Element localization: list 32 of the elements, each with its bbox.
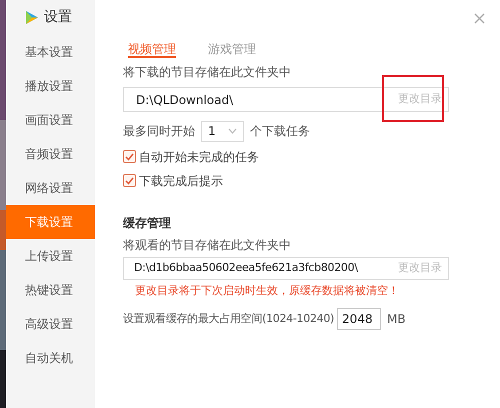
sidebar-item[interactable]: 播放设置 [6,69,95,103]
cache-path-field[interactable]: D:\d1b6bbaa50602eea5fe621a3fcb80200\ 更改目录 [123,257,449,280]
checkbox[interactable] [123,174,136,187]
folder-path: D:\QLDownload\ [136,92,234,108]
sidebar-item[interactable]: 热键设置 [6,273,95,307]
close-icon[interactable] [474,13,485,24]
sidebar-item[interactable]: 音频设置 [6,137,95,171]
window-title: 设置 [44,8,72,26]
sidebar-item[interactable]: 画面设置 [6,103,95,137]
sidebar-item[interactable]: 上传设置 [6,239,95,273]
checkbox-label[interactable]: 自动开始未完成的任务 [139,148,259,166]
warning-text: 更改目录将于下次启动时生效，原缓存数据将被清空！ [134,283,400,299]
sidebar-item[interactable]: 自动关机 [6,341,95,375]
folder-path-field[interactable]: D:\QLDownload\ 更改目录 [123,87,449,112]
sidebar-item[interactable]: 网络设置 [6,171,95,205]
tab[interactable]: 视频管理 [128,40,176,58]
task-count-dropdown[interactable]: 1 [201,120,244,142]
sidebar-item[interactable]: 高级设置 [6,307,95,341]
folder-label: 将下载的节目存储在此文件夹中 [123,64,292,80]
folder-label: 将观看的节目存储在此文件夹中 [123,237,292,252]
max-tasks-label: 最多同时开始 [123,123,195,140]
cache-size-field[interactable]: 2048 [337,308,382,330]
max-tasks-suffix: 个下载任务 [250,123,310,140]
section-title: 缓存管理 [123,215,172,232]
checkbox[interactable] [123,150,136,163]
sidebar-item[interactable]: 基本设置 [6,35,95,69]
play-logo-icon [23,8,40,26]
checkbox-label[interactable]: 下载完成后提示 [139,172,223,190]
folder-path: D:\d1b6bbaa50602eea5fe621a3fcb80200\ [134,260,358,276]
chevron-down-icon [228,128,237,134]
unit-label: MB [387,311,406,328]
cache-size-label: 设置观看缓存的最大占用空间(1024-10240) [123,310,334,327]
